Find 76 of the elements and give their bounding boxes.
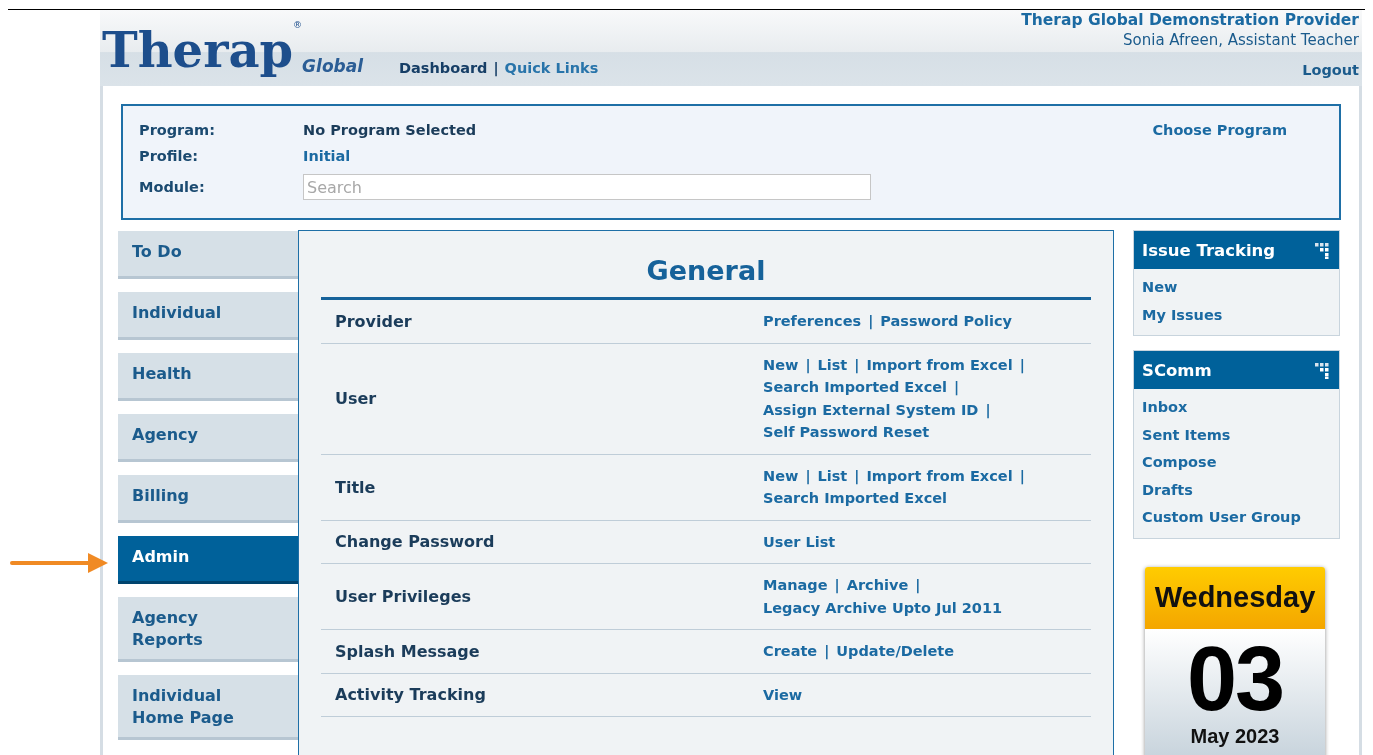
menu-link[interactable]: Legacy Archive Upto Jul 2011	[763, 596, 1003, 619]
row-label: User Privileges	[334, 587, 472, 606]
row-label: Change Password	[334, 532, 496, 552]
row-label: Title	[334, 477, 377, 497]
sidebar-item[interactable]: To Do	[118, 231, 298, 279]
calendar-date: 03	[1186, 632, 1284, 725]
user-name: Sonia Afreen, Assistant Teacher	[1123, 31, 1359, 49]
menu-link[interactable]: Manage	[763, 574, 828, 597]
section-title: General	[321, 231, 1091, 300]
calendar-day: Wednesday	[1154, 581, 1316, 614]
separator: |	[868, 312, 874, 332]
separator: |	[854, 466, 860, 487]
menu-link[interactable]: Self Password Reset	[763, 421, 930, 444]
row-label: Provider	[334, 311, 413, 331]
widget-link[interactable]: Compose	[1142, 449, 1331, 477]
menu-link[interactable]: New	[763, 464, 799, 487]
menu-link[interactable]: User List	[763, 530, 836, 553]
menu-link[interactable]: Archive	[846, 574, 909, 597]
menu-link[interactable]: Import from Excel	[866, 464, 1013, 487]
separator: |	[824, 642, 830, 662]
widget-link[interactable]: My Issues	[1142, 301, 1331, 329]
separator: |	[854, 355, 860, 376]
program-value: No Program Selected	[303, 122, 478, 138]
field-label: Profile:	[139, 148, 200, 164]
separator: |	[1019, 355, 1025, 376]
provider-name: Therap Global Demonstration Provider	[1021, 11, 1359, 29]
separator: |	[1019, 466, 1025, 487]
sidebar-item[interactable]: Agency Reports	[118, 597, 298, 662]
menu-link[interactable]: Assign External System ID	[763, 398, 979, 421]
row-label: Activity Tracking	[334, 685, 487, 705]
menu-link[interactable]: View	[763, 683, 803, 706]
logo: Therap® Global	[101, 19, 364, 78]
arrow-icon	[10, 551, 110, 575]
logout-link[interactable]: Logout	[1302, 62, 1359, 78]
sidebar-item[interactable]: Billing	[118, 475, 298, 523]
separator: |	[805, 466, 811, 487]
menu-link[interactable]: Preferences	[763, 310, 862, 333]
sidebar-item[interactable]: Individual Home Page	[118, 675, 298, 740]
field-label: Program:	[139, 122, 216, 138]
grip-icon[interactable]	[1313, 361, 1331, 379]
sidebar-item[interactable]: Agency	[118, 414, 298, 462]
menu-link[interactable]: Import from Excel	[866, 353, 1013, 376]
widget-link[interactable]: Sent Items	[1142, 421, 1331, 449]
menu-link[interactable]: Search Imported Excel	[763, 376, 948, 399]
separator: |	[954, 378, 960, 398]
menu-link[interactable]: New	[763, 353, 799, 376]
search-field[interactable]: Search	[303, 174, 871, 200]
menu-link[interactable]: List	[817, 353, 848, 376]
menu-link[interactable]: Password Policy	[880, 310, 1013, 333]
separator: |	[985, 400, 991, 421]
widget-link[interactable]: New	[1142, 274, 1331, 302]
menu-link[interactable]: Create	[763, 640, 818, 663]
widget-link[interactable]: Custom User Group	[1142, 504, 1331, 532]
separator: |	[805, 355, 811, 376]
widget-link[interactable]: Inbox	[1142, 394, 1331, 422]
separator: |	[834, 576, 840, 596]
grip-icon[interactable]	[1313, 241, 1331, 259]
widget-link[interactable]: Drafts	[1142, 476, 1331, 504]
row-label: User	[334, 389, 378, 408]
separator: |	[493, 60, 499, 76]
sidebar-item[interactable]: Individual	[118, 292, 298, 340]
nav-link[interactable]: Dashboard	[399, 60, 488, 76]
menu-link[interactable]: Update/Delete	[836, 640, 955, 663]
separator: |	[915, 576, 921, 596]
sidebar-item[interactable]: Health	[118, 353, 298, 401]
widget-title: Issue Tracking	[1142, 240, 1276, 260]
calendar-month: May 2023	[1190, 724, 1280, 748]
field-label: Module:	[139, 179, 206, 195]
menu-link[interactable]: List	[817, 464, 848, 487]
profile-value: Initial	[303, 148, 352, 164]
choose-program-link[interactable]: Choose Program	[1152, 122, 1287, 218]
menu-link[interactable]: Search Imported Excel	[763, 487, 948, 510]
nav-link[interactable]: Quick Links	[504, 60, 599, 76]
sidebar-item[interactable]: Admin	[118, 536, 298, 584]
widget-title: SComm	[1142, 360, 1212, 380]
row-label: Splash Message	[334, 641, 481, 661]
